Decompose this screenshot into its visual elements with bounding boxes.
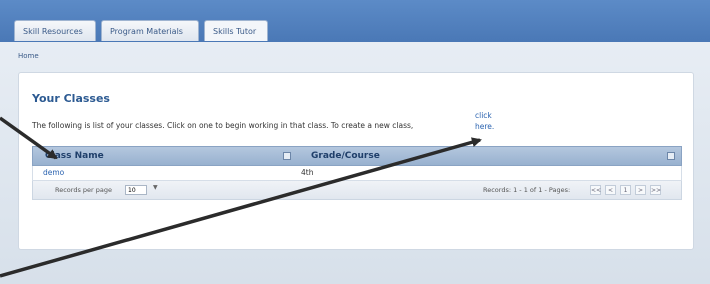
records-info: Records: 1 - 1 of 1 - Pages: xyxy=(483,186,571,194)
tab-program-materials[interactable]: Program Materials xyxy=(101,20,199,41)
table-pager: Records per page 10 ▼ Records: 1 - 1 of … xyxy=(32,181,682,200)
tab-strip: Skill Resources Program Materials Skills… xyxy=(14,20,268,41)
tab-skills-tutor[interactable]: Skills Tutor xyxy=(204,20,268,41)
table-header: Class Name Grade/Course xyxy=(32,146,682,166)
last-page-button[interactable]: >> xyxy=(650,185,661,195)
column-resize-icon[interactable] xyxy=(283,152,291,160)
column-resize-icon[interactable] xyxy=(667,152,675,160)
first-page-button[interactable]: << xyxy=(590,185,601,195)
records-per-page-select[interactable]: 10 xyxy=(125,185,147,195)
column-header-class-name[interactable]: Class Name xyxy=(45,147,104,165)
grade-cell: 4th xyxy=(301,168,314,177)
classes-table: Class Name Grade/Course demo 4th Records… xyxy=(32,146,682,200)
instructions-text: The following is list of your classes. C… xyxy=(32,121,414,130)
create-link-line2[interactable]: here. xyxy=(475,121,494,132)
records-per-page-label: Records per page xyxy=(55,186,113,194)
create-link-line1[interactable]: click xyxy=(475,110,494,121)
create-class-link[interactable]: click here. xyxy=(475,110,494,132)
prev-page-button[interactable]: < xyxy=(605,185,616,195)
top-navigation-bar: Skill Resources Program Materials Skills… xyxy=(0,0,710,42)
page-title: Your Classes xyxy=(32,92,110,105)
column-header-grade-course[interactable]: Grade/Course xyxy=(311,147,380,165)
page-number-button[interactable]: 1 xyxy=(620,185,631,195)
breadcrumb-home[interactable]: Home xyxy=(18,52,39,60)
next-page-button[interactable]: > xyxy=(635,185,646,195)
chevron-down-icon[interactable]: ▼ xyxy=(153,184,158,191)
class-name-link[interactable]: demo xyxy=(43,166,64,180)
tab-skill-resources[interactable]: Skill Resources xyxy=(14,20,96,41)
table-row[interactable]: demo 4th xyxy=(32,166,682,181)
